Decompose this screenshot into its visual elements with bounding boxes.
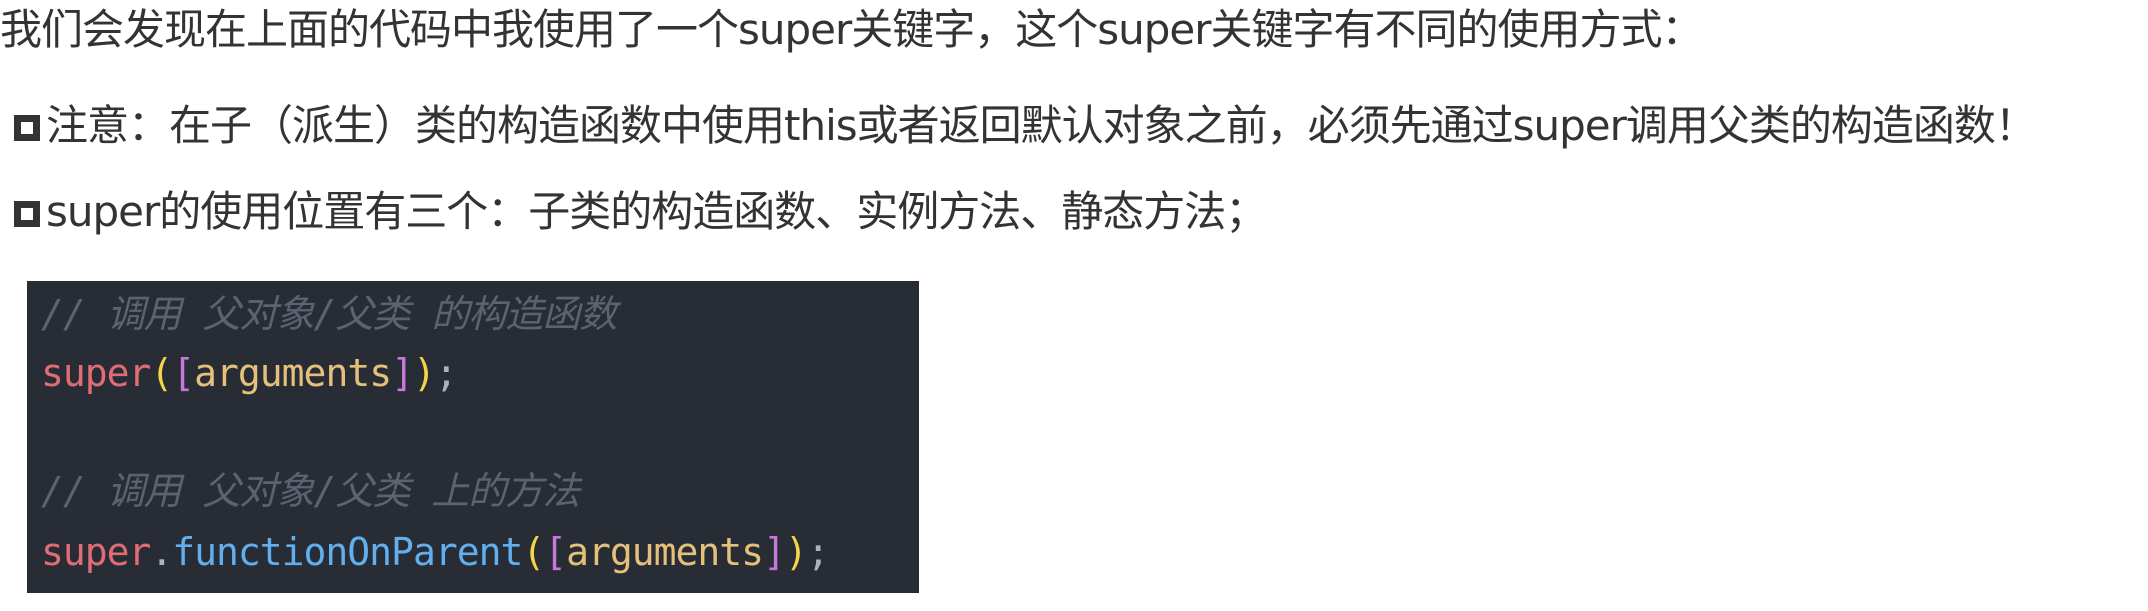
code-paren: ( (522, 530, 545, 574)
code-argument: arguments (566, 530, 764, 574)
code-comment: // 调用 父对象/父类 的构造函数 (41, 292, 617, 336)
code-bracket: [ (544, 530, 567, 574)
code-semicolon: ; (806, 530, 830, 574)
code-block: // 调用 父对象/父类 的构造函数 super([arguments]); /… (27, 281, 919, 593)
code-dot: . (150, 530, 173, 574)
code-argument: arguments (194, 351, 392, 395)
code-keyword: super (41, 530, 151, 574)
code-function: functionOnParent (172, 530, 523, 574)
square-bullet-icon (14, 201, 40, 227)
square-bullet-icon (14, 115, 40, 141)
code-semicolon: ; (434, 351, 458, 395)
code-line: super.functionOnParent([arguments]); (41, 527, 830, 577)
bullet-item: super的使用位置有三个：子类的构造函数、实例方法、静态方法； (14, 184, 1267, 240)
bullet-text: super的使用位置有三个：子类的构造函数、实例方法、静态方法； (46, 187, 1267, 236)
code-keyword: super (41, 351, 151, 395)
code-paren: ( (150, 351, 173, 395)
bullet-text: 注意：在子（派生）类的构造函数中使用this或者返回默认对象之前，必须先通过su… (46, 101, 2037, 150)
code-bracket: [ (172, 351, 195, 395)
code-line: super([arguments]); (41, 348, 458, 398)
code-bracket: ] (763, 530, 786, 574)
code-comment: // 调用 父对象/父类 上的方法 (41, 469, 580, 513)
intro-paragraph: 我们会发现在上面的代码中我使用了一个super关键字，这个super关键字有不同… (0, 5, 1704, 54)
code-bracket: ] (391, 351, 414, 395)
bullet-item: 注意：在子（派生）类的构造函数中使用this或者返回默认对象之前，必须先通过su… (14, 98, 2037, 154)
code-paren: ) (412, 351, 436, 395)
code-paren: ) (784, 530, 808, 574)
